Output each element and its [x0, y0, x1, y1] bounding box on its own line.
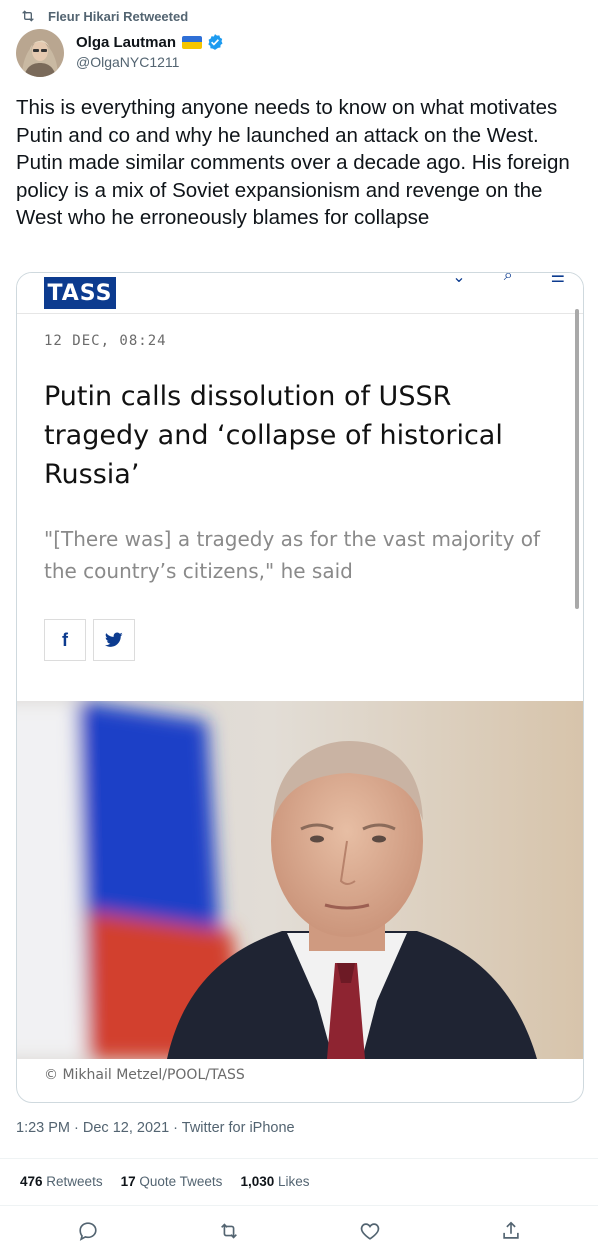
like-button[interactable] — [359, 1220, 381, 1242]
facebook-icon: f — [62, 629, 68, 650]
search-icon: ⌕ — [503, 272, 513, 284]
social-context-text: Fleur Hikari Retweeted — [48, 8, 189, 24]
tweet-source[interactable]: Twitter for iPhone — [182, 1120, 295, 1136]
twitter-share-button — [93, 619, 135, 661]
quotes-count: 17 — [120, 1174, 136, 1189]
author-handle[interactable]: @OlgaNYC1211 — [76, 54, 224, 70]
likes-label: Likes — [278, 1174, 310, 1189]
article-date: 12 DEC, 08:24 — [44, 333, 167, 349]
tweet-meta: 1:23 PM · Dec 12, 2021 · Twitter for iPh… — [16, 1120, 295, 1136]
likes-stat[interactable]: 1,030 Likes — [240, 1174, 309, 1189]
tweet-date[interactable]: Dec 12, 2021 — [83, 1120, 169, 1136]
retweets-stat[interactable]: 476 Retweets — [20, 1174, 103, 1189]
verified-badge-icon — [208, 34, 223, 50]
article-headline: Putin calls dissolution of USSR tragedy … — [44, 381, 503, 490]
embedded-article-card[interactable]: TASS ⌄ ⌕ ☰ 12 DEC, 08:24 Putin calls dis… — [16, 272, 584, 1103]
retweet-icon — [221, 1223, 237, 1239]
twitter-bird-icon — [105, 632, 123, 647]
retweets-label: Retweets — [46, 1174, 103, 1189]
tweet-actions — [0, 1218, 598, 1244]
avatar[interactable] — [16, 29, 64, 77]
ukraine-flag-icon — [182, 35, 203, 49]
divider — [0, 1158, 598, 1159]
article-scrollbar — [575, 309, 579, 609]
retweet-icon — [22, 10, 34, 22]
share-icon — [503, 1221, 519, 1239]
chevron-down-icon: ⌄ — [452, 272, 466, 286]
reply-icon — [79, 1222, 97, 1241]
likes-count: 1,030 — [240, 1174, 275, 1189]
article-lead: "[There was] a tragedy as for the vast m… — [44, 527, 541, 583]
author-name[interactable]: Olga Lautman — [76, 34, 176, 51]
divider — [0, 1205, 598, 1206]
author-block[interactable]: Olga Lautman @OlgaNYC1211 — [76, 32, 224, 70]
article-header-divider — [17, 313, 583, 314]
social-context[interactable]: Fleur Hikari Retweeted — [20, 7, 188, 25]
share-button[interactable] — [500, 1220, 522, 1242]
article-photo — [17, 701, 583, 1059]
facebook-share-button: f — [44, 619, 86, 661]
tweet-text: This is everything anyone needs to know … — [16, 96, 576, 229]
article-header-icons: ⌄ ⌕ ☰ — [452, 272, 565, 287]
tweet-stats: 476 Retweets 17 Quote Tweets 1,030 Likes — [20, 1174, 310, 1189]
retweet-button[interactable] — [218, 1220, 240, 1242]
menu-icon: ☰ — [550, 272, 565, 286]
quotes-label: Quote Tweets — [139, 1174, 223, 1189]
tass-logo: TASS — [44, 277, 116, 309]
photo-caption: © Mikhail Metzel/POOL/TASS — [44, 1067, 245, 1083]
retweets-count: 476 — [20, 1174, 43, 1189]
like-icon — [360, 1223, 380, 1240]
tweet-time[interactable]: 1:23 PM — [16, 1120, 70, 1136]
article-screenshot: TASS ⌄ ⌕ ☰ 12 DEC, 08:24 Putin calls dis… — [17, 273, 583, 701]
reply-button[interactable] — [77, 1220, 99, 1242]
quote-tweets-stat[interactable]: 17 Quote Tweets — [121, 1174, 223, 1189]
